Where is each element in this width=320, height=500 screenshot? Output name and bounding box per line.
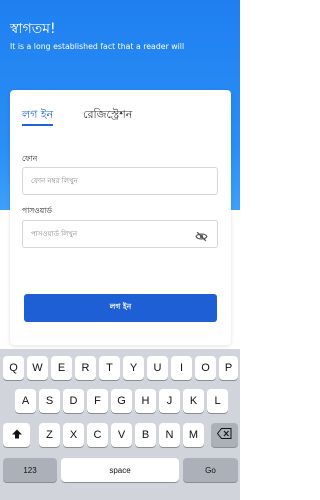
- key-o[interactable]: O: [195, 356, 216, 380]
- key-f[interactable]: F: [87, 389, 108, 413]
- eye-off-icon[interactable]: [195, 228, 208, 242]
- password-field[interactable]: [22, 220, 218, 248]
- key-w[interactable]: W: [27, 356, 48, 380]
- onscreen-keyboard: Q W E R T Y U I O P A S D F G H J K L Z …: [0, 349, 240, 500]
- key-s[interactable]: S: [39, 389, 60, 413]
- key-m[interactable]: M: [183, 423, 204, 447]
- key-t[interactable]: T: [99, 356, 120, 380]
- key-r[interactable]: R: [75, 356, 96, 380]
- key-u[interactable]: U: [147, 356, 168, 380]
- key-j[interactable]: J: [159, 389, 180, 413]
- key-h[interactable]: H: [135, 389, 156, 413]
- backspace-key[interactable]: [211, 423, 238, 447]
- key-e[interactable]: E: [51, 356, 72, 380]
- key-c[interactable]: C: [87, 423, 108, 447]
- key-b[interactable]: B: [135, 423, 156, 447]
- login-card: লগ ইন রেজিস্ট্রেশন ফোন পাসওয়ার্ড লগ ইন: [10, 90, 231, 345]
- space-key[interactable]: space: [61, 458, 179, 482]
- key-y[interactable]: Y: [123, 356, 144, 380]
- key-p[interactable]: P: [219, 356, 238, 380]
- key-a[interactable]: A: [15, 389, 36, 413]
- password-label: পাসওয়ার্ড: [22, 206, 52, 215]
- key-v[interactable]: V: [111, 423, 132, 447]
- key-d[interactable]: D: [63, 389, 84, 413]
- shift-key[interactable]: [3, 423, 30, 447]
- key-k[interactable]: K: [183, 389, 204, 413]
- phone-field[interactable]: [22, 167, 218, 195]
- tab-registration[interactable]: রেজিস্ট্রেশন: [83, 106, 132, 125]
- welcome-subtitle: It is a long established fact that a rea…: [10, 42, 185, 51]
- password-input[interactable]: [23, 221, 183, 247]
- welcome-title: স্বাগতম!: [10, 21, 56, 37]
- backspace-icon: [216, 428, 232, 442]
- phone-label: ফোন: [22, 154, 38, 163]
- tab-login[interactable]: লগ ইন: [22, 106, 53, 125]
- go-key[interactable]: Go: [183, 458, 238, 482]
- login-button[interactable]: লগ ইন: [24, 294, 217, 322]
- key-x[interactable]: X: [63, 423, 84, 447]
- key-z[interactable]: Z: [39, 423, 60, 447]
- key-l[interactable]: L: [207, 389, 228, 413]
- shift-icon: [11, 428, 23, 443]
- key-n[interactable]: N: [159, 423, 180, 447]
- numbers-key[interactable]: 123: [3, 458, 57, 482]
- key-g[interactable]: G: [111, 389, 132, 413]
- key-q[interactable]: Q: [3, 356, 24, 380]
- phone-input[interactable]: [23, 168, 183, 194]
- active-tab-indicator: [22, 124, 53, 126]
- key-i[interactable]: I: [171, 356, 192, 380]
